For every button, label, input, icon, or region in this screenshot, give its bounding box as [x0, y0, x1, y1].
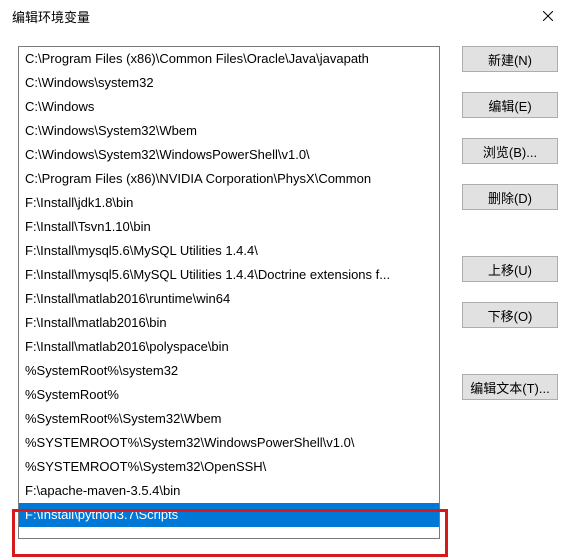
titlebar: 编辑环境变量: [0, 0, 576, 32]
browse-button[interactable]: 浏览(B)...: [462, 138, 558, 164]
list-item[interactable]: %SystemRoot%: [19, 383, 439, 407]
move-up-button[interactable]: 上移(U): [462, 256, 558, 282]
list-item[interactable]: C:\Windows\system32: [19, 71, 439, 95]
list-item[interactable]: C:\Windows\System32\WindowsPowerShell\v1…: [19, 143, 439, 167]
list-item[interactable]: F:\Install\matlab2016\runtime\win64: [19, 287, 439, 311]
list-item[interactable]: F:\Install\mysql5.6\MySQL Utilities 1.4.…: [19, 263, 439, 287]
list-item[interactable]: F:\Install\jdk1.8\bin: [19, 191, 439, 215]
new-button[interactable]: 新建(N): [462, 46, 558, 72]
close-button[interactable]: [528, 2, 568, 30]
list-item[interactable]: %SystemRoot%\System32\Wbem: [19, 407, 439, 431]
list-item[interactable]: C:\Windows: [19, 95, 439, 119]
button-column: 新建(N) 编辑(E) 浏览(B)... 删除(D) 上移(U) 下移(O) 编…: [462, 46, 558, 539]
list-item[interactable]: F:\Install\matlab2016\bin: [19, 311, 439, 335]
edit-text-button[interactable]: 编辑文本(T)...: [462, 374, 558, 400]
list-item[interactable]: C:\Program Files (x86)\Common Files\Orac…: [19, 47, 439, 71]
list-item[interactable]: %SystemRoot%\system32: [19, 359, 439, 383]
list-item[interactable]: F:\Install\mysql5.6\MySQL Utilities 1.4.…: [19, 239, 439, 263]
dialog-content: C:\Program Files (x86)\Common Files\Orac…: [0, 32, 576, 553]
edit-button[interactable]: 编辑(E): [462, 92, 558, 118]
list-wrap: C:\Program Files (x86)\Common Files\Orac…: [18, 46, 440, 539]
list-item[interactable]: F:\Install\python3.7\Scripts: [19, 503, 439, 527]
list-item[interactable]: C:\Program Files (x86)\NVIDIA Corporatio…: [19, 167, 439, 191]
list-item[interactable]: C:\Windows\System32\Wbem: [19, 119, 439, 143]
list-item[interactable]: F:\apache-maven-3.5.4\bin: [19, 479, 439, 503]
move-down-button[interactable]: 下移(O): [462, 302, 558, 328]
close-icon: [543, 8, 553, 24]
delete-button[interactable]: 删除(D): [462, 184, 558, 210]
list-item[interactable]: F:\Install\Tsvn1.10\bin: [19, 215, 439, 239]
list-item[interactable]: F:\Install\matlab2016\polyspace\bin: [19, 335, 439, 359]
window-title: 编辑环境变量: [12, 7, 528, 26]
list-item[interactable]: %SYSTEMROOT%\System32\WindowsPowerShell\…: [19, 431, 439, 455]
path-listbox[interactable]: C:\Program Files (x86)\Common Files\Orac…: [18, 46, 440, 539]
list-item[interactable]: %SYSTEMROOT%\System32\OpenSSH\: [19, 455, 439, 479]
edit-env-dialog: 编辑环境变量 C:\Program Files (x86)\Common Fil…: [0, 0, 576, 553]
